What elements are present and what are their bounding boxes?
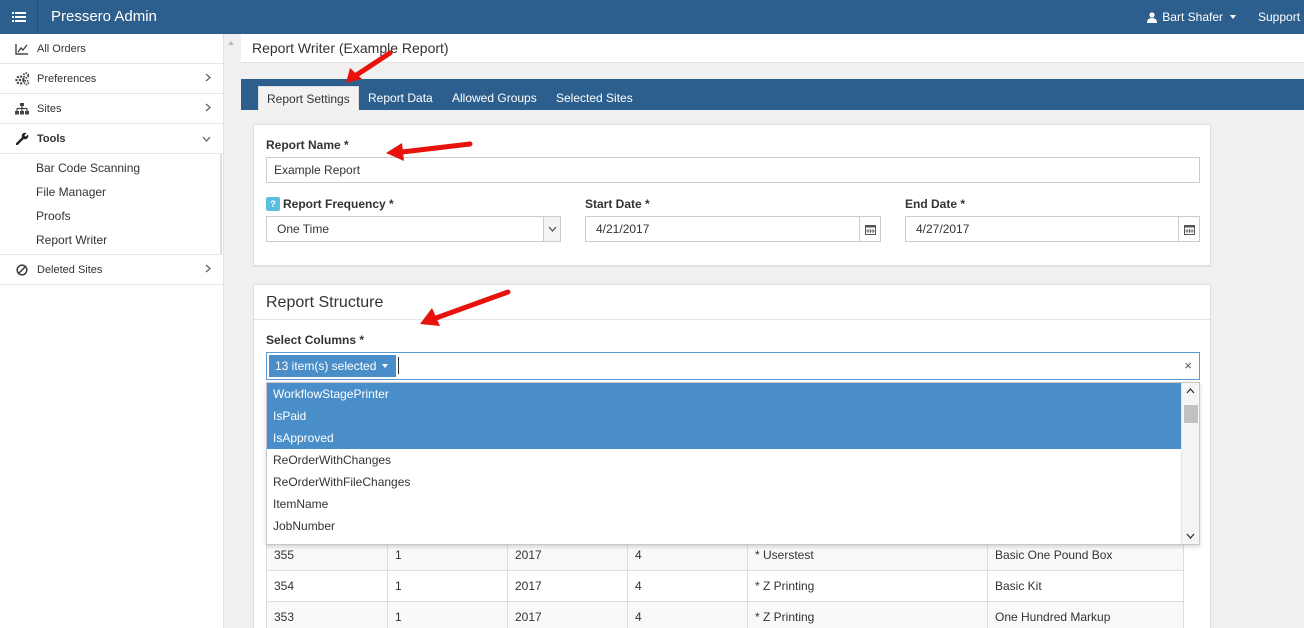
sidebar: All Orders Preferences Sites Tools Bar C… (0, 34, 224, 628)
start-date-label: Start Date * (585, 197, 650, 211)
help-icon[interactable]: ? (266, 197, 280, 211)
table-cell: 353 (266, 601, 388, 628)
main-content: Report Writer (Example Report) Report Se… (241, 34, 1304, 628)
caret-down-icon (1230, 15, 1236, 19)
table-row[interactable]: 354 1 2017 4 * Z Printing Basic Kit (266, 570, 1184, 602)
sidebar-item-preferences[interactable]: Preferences (0, 64, 223, 94)
select-arrow[interactable] (543, 217, 560, 241)
submenu-item-bar-code-scanning[interactable]: Bar Code Scanning (0, 156, 220, 180)
table-cell: 354 (266, 570, 388, 602)
calendar-icon (1183, 224, 1195, 235)
table-cell: 1 (387, 601, 508, 628)
end-date-label: End Date * (905, 197, 966, 211)
end-date-input[interactable]: 4/27/2017 (905, 216, 1200, 242)
annotation-arrow (346, 50, 393, 83)
report-frequency-select[interactable]: One Time (266, 216, 561, 242)
caret-down-icon (382, 364, 389, 368)
select-columns-label: Select Columns * (266, 333, 365, 347)
top-navbar: Pressero Admin Bart Shafer Support (0, 0, 1304, 34)
report-structure-panel: Report Structure Select Columns * 13 ite… (253, 284, 1211, 628)
page-header: Report Writer (Example Report) (241, 34, 1304, 63)
annotation-arrow (386, 141, 473, 161)
chevron-down-icon (548, 226, 556, 232)
app-title[interactable]: Pressero Admin (51, 0, 157, 34)
tab-allowed-groups[interactable]: Allowed Groups (444, 86, 545, 110)
table-cell: * Z Printing (747, 570, 988, 602)
tab-bar: Report Settings Report Data Allowed Grou… (241, 79, 1304, 110)
selected-count-text: 13 item(s) selected (275, 359, 377, 373)
report-data-table: 355 1 2017 4 * Userstest Basic One Pound… (266, 539, 1184, 628)
dropdown-option[interactable]: WorkflowStagePrinter (267, 383, 1197, 405)
report-frequency-label: Report Frequency * (283, 197, 394, 211)
chevron-down-icon (202, 136, 211, 142)
table-cell: 2017 (507, 601, 628, 628)
sidebar-item-all-orders[interactable]: All Orders (0, 34, 223, 64)
report-name-label: Report Name * (266, 138, 349, 152)
dropdown-option[interactable]: IsPaid (267, 405, 1197, 427)
user-icon (1147, 11, 1158, 23)
table-cell: 1 (387, 570, 508, 602)
chart-line-icon (14, 41, 30, 57)
divider (254, 319, 1210, 320)
sidebar-item-label: Deleted Sites (37, 263, 103, 276)
dropdown-option[interactable]: IsApproved (267, 427, 1197, 449)
text-cursor (398, 357, 399, 374)
tab-report-data[interactable]: Report Data (360, 86, 441, 110)
menu-icon (11, 12, 26, 22)
scroll-down-icon[interactable] (1186, 533, 1195, 539)
sidebar-item-label: Sites (37, 102, 62, 115)
sidebar-item-label: Tools (37, 132, 66, 145)
scroll-up-icon[interactable] (226, 38, 236, 48)
chevron-right-icon (205, 73, 211, 82)
calendar-button[interactable] (1178, 217, 1199, 241)
ban-icon (14, 262, 30, 278)
calendar-icon (864, 224, 876, 235)
sidebar-item-label: All Orders (37, 42, 86, 55)
sidebar-item-sites[interactable]: Sites (0, 94, 223, 124)
scroll-up-icon[interactable] (1186, 388, 1195, 394)
sidebar-item-label: Preferences (37, 72, 97, 85)
tools-submenu: Bar Code Scanning File Manager Proofs Re… (0, 154, 222, 255)
select-columns-multiselect[interactable]: 13 item(s) selected × (266, 352, 1200, 380)
report-structure-title: Report Structure (266, 294, 384, 311)
submenu-item-file-manager[interactable]: File Manager (0, 180, 220, 204)
scrollbar-thumb[interactable] (1184, 405, 1198, 423)
table-cell: One Hundred Markup (987, 601, 1184, 628)
tab-report-settings[interactable]: Report Settings (258, 86, 359, 110)
sitemap-icon (14, 101, 30, 117)
submenu-item-proofs[interactable]: Proofs (0, 204, 220, 228)
user-menu[interactable]: Bart Shafer (1147, 0, 1236, 34)
dropdown-option[interactable]: ReOrderWithFileChanges (267, 471, 1199, 493)
dropdown-option[interactable]: ReOrderWithChanges (267, 449, 1199, 471)
end-date-value: 4/27/2017 (916, 222, 970, 236)
table-cell: 4 (627, 570, 748, 602)
support-link[interactable]: Support (1258, 0, 1304, 34)
report-frequency-value: One Time (277, 222, 330, 236)
dropdown-option[interactable]: JobNumber (267, 515, 1199, 537)
dropdown-option[interactable]: ItemName (267, 493, 1199, 515)
table-cell: Basic Kit (987, 570, 1184, 602)
chevron-right-icon (205, 264, 211, 273)
clear-icon[interactable]: × (1184, 358, 1192, 373)
start-date-value: 4/21/2017 (596, 222, 650, 236)
menu-toggle-button[interactable] (0, 0, 38, 34)
selected-count-tag[interactable]: 13 item(s) selected (269, 355, 397, 377)
table-cell: 4 (627, 601, 748, 628)
dropdown-scrollbar[interactable] (1181, 383, 1199, 544)
submenu-item-report-writer[interactable]: Report Writer (0, 228, 220, 252)
calendar-button[interactable] (859, 217, 880, 241)
annotation-arrow (420, 289, 511, 326)
cogs-icon (14, 71, 30, 87)
columns-dropdown-list: WorkflowStagePrinter IsPaid IsApproved R… (266, 382, 1200, 545)
sidebar-item-deleted-sites[interactable]: Deleted Sites (0, 255, 223, 285)
chevron-right-icon (205, 103, 211, 112)
tab-selected-sites[interactable]: Selected Sites (548, 86, 641, 110)
table-row[interactable]: 353 1 2017 4 * Z Printing One Hundred Ma… (266, 601, 1184, 628)
user-name: Bart Shafer (1162, 10, 1223, 24)
sidebar-item-tools[interactable]: Tools (0, 124, 223, 154)
table-cell: * Z Printing (747, 601, 988, 628)
wrench-icon (14, 131, 30, 147)
table-cell: 2017 (507, 570, 628, 602)
start-date-input[interactable]: 4/21/2017 (585, 216, 881, 242)
